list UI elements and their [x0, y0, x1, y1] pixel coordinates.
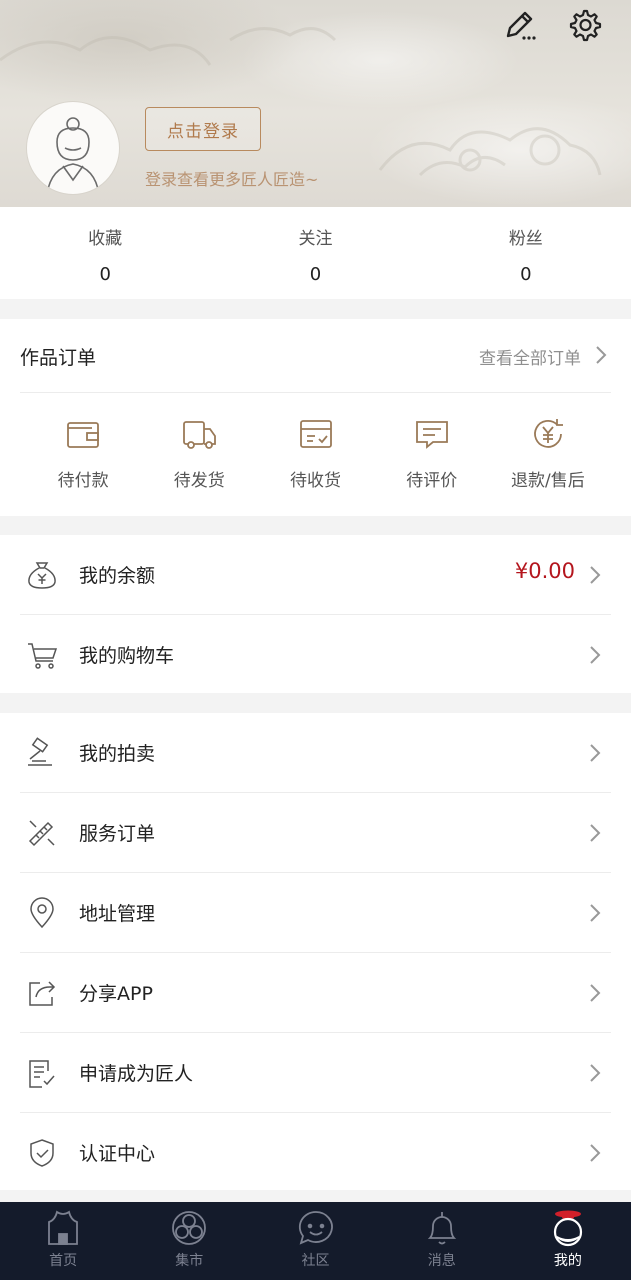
- address-row[interactable]: 地址管理: [20, 873, 611, 953]
- view-all-orders-link[interactable]: 查看全部订单: [479, 344, 581, 369]
- bell-icon: [427, 1212, 456, 1245]
- row-label: 地址管理: [79, 903, 156, 925]
- row-label: 服务订单: [79, 823, 156, 845]
- login-tip-text: 登录查看更多匠人匠造~: [145, 170, 319, 189]
- bottom-tab-bar: 首页 集市 社区 消息 我的: [0, 1202, 631, 1280]
- profile-header: 点击登录 登录查看更多匠人匠造~: [0, 0, 631, 207]
- order-label: 待付款: [57, 471, 109, 491]
- order-refund[interactable]: 退款/售后: [490, 414, 606, 491]
- tab-community[interactable]: 社区: [252, 1202, 378, 1280]
- row-label: 认证中心: [79, 1143, 156, 1165]
- row-label: 我的购物车: [79, 645, 175, 667]
- stat-label: 粉丝: [508, 229, 543, 249]
- order-label: 待收货: [290, 471, 341, 491]
- tools-icon: [28, 820, 55, 847]
- tab-market[interactable]: 集市: [126, 1202, 252, 1280]
- stats-bar: 收藏 0 关注 0 粉丝 0: [0, 207, 631, 299]
- chevron-right-icon: [590, 566, 601, 584]
- chevron-right-icon: [590, 984, 601, 1002]
- order-pending-shipment[interactable]: 待发货: [141, 414, 257, 491]
- box-icon: [299, 420, 332, 448]
- order-label: 待评价: [406, 471, 458, 491]
- orders-title: 作品订单: [20, 347, 97, 369]
- order-pending-review[interactable]: 待评价: [374, 414, 490, 491]
- share-app-row[interactable]: 分享APP: [20, 953, 611, 1033]
- tab-messages[interactable]: 消息: [379, 1202, 505, 1280]
- auction-row[interactable]: 我的拍卖: [20, 713, 611, 793]
- balance-row[interactable]: 我的余额 ¥0.00: [20, 535, 611, 615]
- chevron-right-icon: [590, 1144, 601, 1162]
- cart-row[interactable]: 我的购物车: [20, 615, 611, 694]
- tab-home[interactable]: 首页: [0, 1202, 126, 1280]
- tab-label: 消息: [427, 1253, 456, 1269]
- order-label: 待发货: [173, 471, 225, 491]
- share-icon: [29, 981, 56, 1006]
- become-artisan-row[interactable]: 申请成为匠人: [20, 1033, 611, 1113]
- stat-label: 关注: [298, 229, 333, 249]
- truck-icon: [183, 421, 217, 449]
- money-bag-icon: [28, 562, 56, 589]
- order-pending-payment[interactable]: 待付款: [25, 414, 141, 491]
- stat-value: 0: [309, 264, 322, 285]
- chevron-right-icon: [590, 904, 601, 922]
- gear-icon[interactable]: [565, 6, 603, 44]
- community-icon: [298, 1211, 333, 1245]
- tab-profile[interactable]: 我的: [505, 1202, 631, 1280]
- balance-value: ¥0.00: [514, 559, 575, 583]
- stat-value: 0: [99, 264, 111, 285]
- gavel-icon: [28, 737, 52, 766]
- row-label: 我的余额: [79, 565, 156, 587]
- chevron-right-icon: [590, 1064, 601, 1082]
- tab-label: 社区: [301, 1253, 330, 1269]
- order-pending-receipt[interactable]: 待收货: [257, 414, 373, 491]
- row-label: 申请成为匠人: [79, 1063, 194, 1085]
- menu-section: 我的拍卖 服务订单 地址管理 分享APP 申请成为匠人 认证中心: [0, 713, 631, 1190]
- orders-card: 作品订单 查看全部订单 待付款 待发货 待收货 待评价 退款/售后: [0, 319, 631, 516]
- home-icon: [48, 1210, 78, 1245]
- service-orders-row[interactable]: 服务订单: [20, 793, 611, 873]
- chevron-right-icon: [590, 824, 601, 842]
- orders-header[interactable]: 作品订单 查看全部订单: [20, 319, 611, 393]
- comment-icon: [415, 421, 448, 449]
- stat-following[interactable]: 关注 0: [210, 207, 420, 299]
- avatar[interactable]: [26, 101, 120, 195]
- refund-icon: [534, 419, 563, 448]
- stat-label: 收藏: [88, 229, 123, 249]
- tab-label: 首页: [49, 1253, 78, 1269]
- wallet-section: 我的余额 ¥0.00 我的购物车: [0, 535, 631, 693]
- login-button[interactable]: 点击登录: [145, 107, 261, 151]
- stat-fans[interactable]: 粉丝 0: [421, 207, 631, 299]
- tab-label: 我的: [553, 1253, 582, 1269]
- row-label: 我的拍卖: [79, 743, 156, 765]
- shield-check-icon: [30, 1139, 54, 1167]
- market-icon: [172, 1211, 207, 1245]
- edit-pencil-icon[interactable]: [500, 6, 538, 44]
- row-label: 分享APP: [79, 983, 153, 1005]
- chevron-right-icon: [590, 744, 601, 762]
- cart-icon: [28, 643, 58, 669]
- certification-row[interactable]: 认证中心: [20, 1113, 611, 1192]
- chevron-right-icon: [590, 646, 601, 664]
- profile-icon: [553, 1210, 583, 1247]
- default-avatar-icon: [46, 117, 100, 194]
- location-icon: [30, 897, 54, 929]
- chevron-right-icon: [596, 346, 607, 364]
- stat-favorites[interactable]: 收藏 0: [0, 207, 210, 299]
- stat-value: 0: [520, 264, 532, 285]
- tab-label: 集市: [175, 1253, 204, 1269]
- wallet-icon: [67, 422, 99, 448]
- application-icon: [29, 1060, 55, 1088]
- order-label: 退款/售后: [511, 471, 585, 491]
